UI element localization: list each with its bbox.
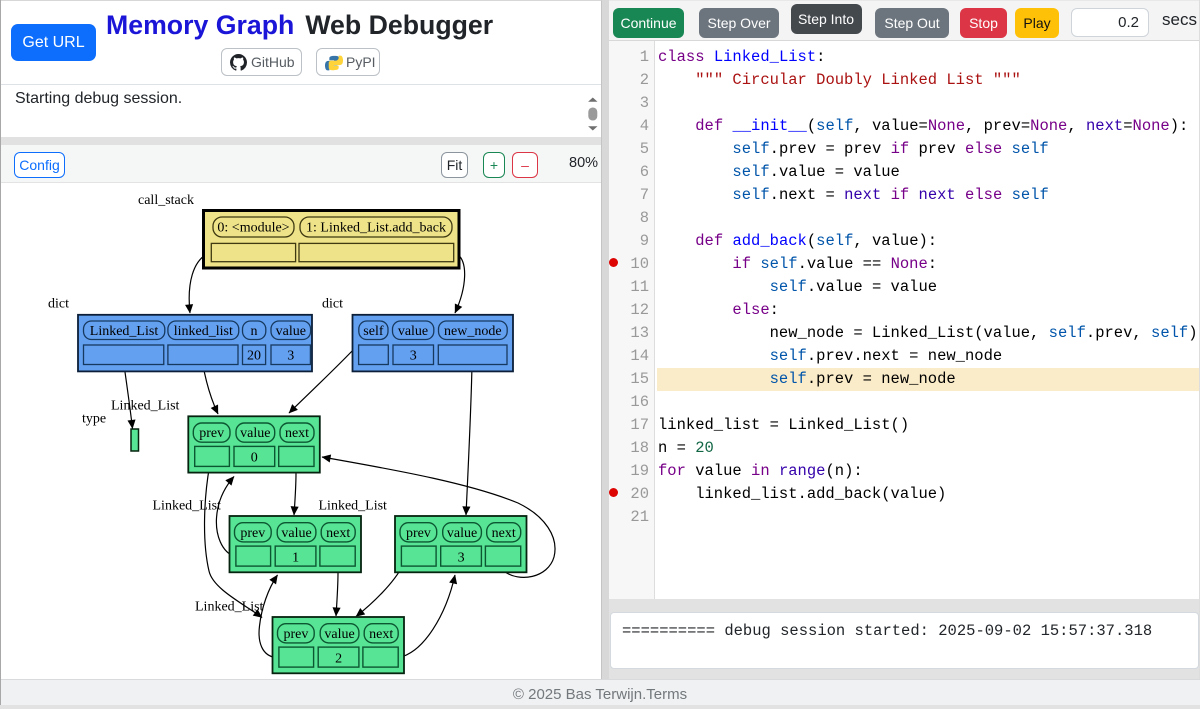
svg-text:dict: dict bbox=[322, 297, 343, 312]
svg-text:3: 3 bbox=[287, 349, 294, 364]
svg-text:Linked_List: Linked_List bbox=[153, 499, 222, 514]
svg-text:dict: dict bbox=[48, 297, 69, 312]
svg-text:value: value bbox=[240, 426, 270, 441]
svg-text:next: next bbox=[326, 526, 350, 541]
svg-text:value: value bbox=[447, 526, 477, 541]
svg-text:Linked_List: Linked_List bbox=[111, 399, 180, 414]
svg-text:prev: prev bbox=[199, 426, 224, 441]
svg-text:next: next bbox=[369, 627, 393, 642]
svg-text:n: n bbox=[251, 324, 258, 339]
svg-text:value: value bbox=[276, 324, 306, 339]
svg-text:value: value bbox=[324, 627, 354, 642]
svg-text:3: 3 bbox=[410, 349, 417, 364]
svg-text:self: self bbox=[363, 324, 384, 339]
svg-text:0: 0 bbox=[251, 451, 258, 466]
svg-text:1: Linked_List.add_back: 1: Linked_List.add_back bbox=[306, 221, 446, 236]
svg-text:linked_list: linked_list bbox=[174, 324, 233, 339]
svg-text:prev: prev bbox=[283, 627, 308, 642]
svg-text:value: value bbox=[398, 324, 428, 339]
svg-text:3: 3 bbox=[458, 550, 465, 565]
svg-text:Linked_List: Linked_List bbox=[90, 324, 159, 339]
svg-text:next: next bbox=[492, 526, 516, 541]
svg-text:next: next bbox=[285, 426, 309, 441]
svg-text:prev: prev bbox=[406, 526, 431, 541]
svg-text:prev: prev bbox=[240, 526, 265, 541]
svg-text:new_node: new_node bbox=[444, 324, 502, 339]
svg-text:call_stack: call_stack bbox=[138, 193, 194, 208]
svg-text:value: value bbox=[281, 526, 311, 541]
svg-text:1: 1 bbox=[292, 550, 299, 565]
svg-text:Linked_List: Linked_List bbox=[195, 600, 264, 615]
svg-text:Linked_List: Linked_List bbox=[319, 499, 388, 514]
svg-text:type: type bbox=[82, 412, 106, 427]
svg-text:2: 2 bbox=[335, 651, 342, 666]
svg-text:20: 20 bbox=[247, 349, 261, 364]
svg-text:0: <module>: 0: <module> bbox=[217, 221, 289, 236]
